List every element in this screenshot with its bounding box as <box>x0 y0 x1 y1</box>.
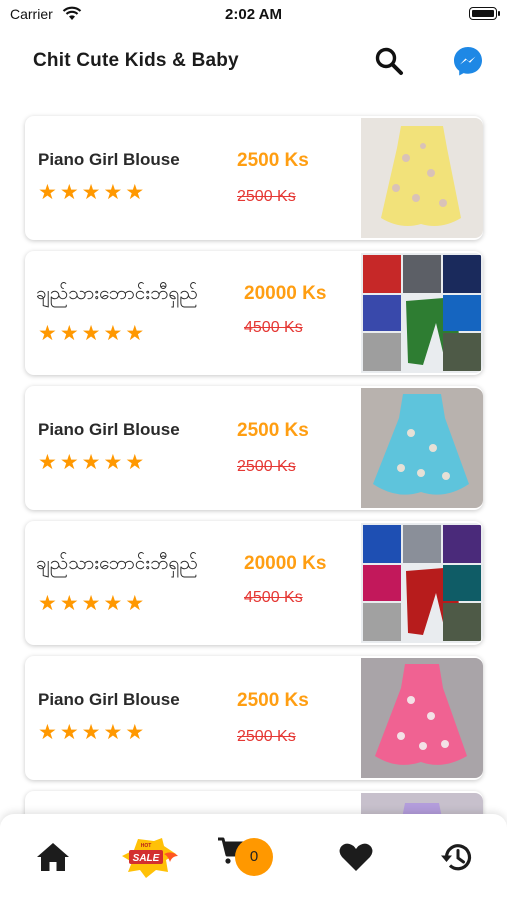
rating-stars: ★ ★ ★ ★ ★ <box>38 452 144 474</box>
star-icon: ★ <box>81 721 101 744</box>
sale-icon[interactable]: SALE HOT <box>120 836 180 880</box>
svg-text:HOT: HOT <box>141 843 152 849</box>
product-old-price: 2500 Ks <box>237 458 296 475</box>
product-name: Piano Girl Blouse <box>38 690 180 709</box>
svg-text:SALE: SALE <box>133 853 160 864</box>
star-icon: ★ <box>38 181 57 204</box>
rating-stars: ★ ★ ★ ★ ★ <box>38 722 144 744</box>
product-price: 20000 Ks <box>244 283 327 304</box>
star-icon: ★ <box>38 451 57 474</box>
star-icon: ★ <box>59 322 79 345</box>
product-price: 2500 Ks <box>237 420 309 441</box>
history-icon[interactable] <box>438 840 476 874</box>
star-icon: ★ <box>38 322 57 345</box>
product-name: ချည်သားဘောင်းဘီရှည် <box>36 283 198 304</box>
star-icon: ★ <box>103 451 123 474</box>
star-icon: ★ <box>38 592 57 615</box>
product-price: 20000 Ks <box>244 553 327 574</box>
star-icon: ★ <box>103 592 123 615</box>
product-image[interactable] <box>361 118 483 238</box>
app-header: Chit Cute Kids & Baby <box>0 28 507 92</box>
battery-icon <box>469 7 500 20</box>
product-name: Piano Girl Blouse <box>38 150 180 169</box>
product-image[interactable] <box>361 253 483 373</box>
star-icon: ★ <box>59 592 79 615</box>
star-icon: ★ <box>125 322 145 345</box>
product-card[interactable]: Piano Girl Blouse ★ ★ ★ ★ ★ 2500 Ks 2500… <box>25 656 483 780</box>
star-icon: ★ <box>125 181 145 204</box>
product-image[interactable] <box>361 658 483 778</box>
star-icon: ★ <box>125 721 145 744</box>
product-card[interactable]: ချည်သားဘောင်းဘီရှည် ★ ★ ★ ★ ★ 20000 Ks 4… <box>25 521 483 645</box>
bottom-nav: SALE HOT 0 <box>0 814 507 900</box>
product-list: Piano Girl Blouse ★ ★ ★ ★ ★ 2500 Ks 2500… <box>25 116 483 900</box>
app-title: Chit Cute Kids & Baby <box>33 50 239 71</box>
product-old-price: 2500 Ks <box>237 188 296 205</box>
star-icon: ★ <box>103 181 123 204</box>
product-name: ချည်သားဘောင်းဘီရှည် <box>36 553 198 574</box>
product-price: 2500 Ks <box>237 690 309 711</box>
product-name: Piano Girl Blouse <box>38 420 180 439</box>
rating-stars: ★ ★ ★ ★ ★ <box>38 182 144 204</box>
star-icon: ★ <box>59 721 79 744</box>
product-old-price: 4500 Ks <box>244 319 303 336</box>
product-card[interactable]: ချည်သားဘောင်းဘီရှည် ★ ★ ★ ★ ★ 20000 Ks 4… <box>25 251 483 375</box>
star-icon: ★ <box>38 721 57 744</box>
star-icon: ★ <box>81 181 101 204</box>
star-icon: ★ <box>59 181 79 204</box>
product-card[interactable]: Piano Girl Blouse ★ ★ ★ ★ ★ 2500 Ks 2500… <box>25 116 483 240</box>
rating-stars: ★ ★ ★ ★ ★ <box>38 593 144 615</box>
home-icon[interactable] <box>34 840 72 874</box>
star-icon: ★ <box>125 451 145 474</box>
product-image[interactable] <box>361 523 483 643</box>
star-icon: ★ <box>81 451 101 474</box>
star-icon: ★ <box>103 721 123 744</box>
heart-icon[interactable] <box>337 840 375 874</box>
product-price: 2500 Ks <box>237 150 309 171</box>
star-icon: ★ <box>81 592 101 615</box>
search-icon[interactable] <box>372 44 406 78</box>
messenger-icon[interactable] <box>452 45 484 77</box>
star-icon: ★ <box>103 322 123 345</box>
star-icon: ★ <box>81 322 101 345</box>
star-icon: ★ <box>125 592 145 615</box>
status-bar: Carrier 2:02 AM <box>0 0 507 28</box>
product-image[interactable] <box>361 388 483 508</box>
star-icon: ★ <box>59 451 79 474</box>
cart-count-badge[interactable]: 0 <box>235 838 273 876</box>
rating-stars: ★ ★ ★ ★ ★ <box>38 323 144 345</box>
product-old-price: 2500 Ks <box>237 728 296 745</box>
status-time: 2:02 AM <box>225 6 282 23</box>
product-card[interactable]: Piano Girl Blouse ★ ★ ★ ★ ★ 2500 Ks 2500… <box>25 386 483 510</box>
product-old-price: 4500 Ks <box>244 589 303 606</box>
